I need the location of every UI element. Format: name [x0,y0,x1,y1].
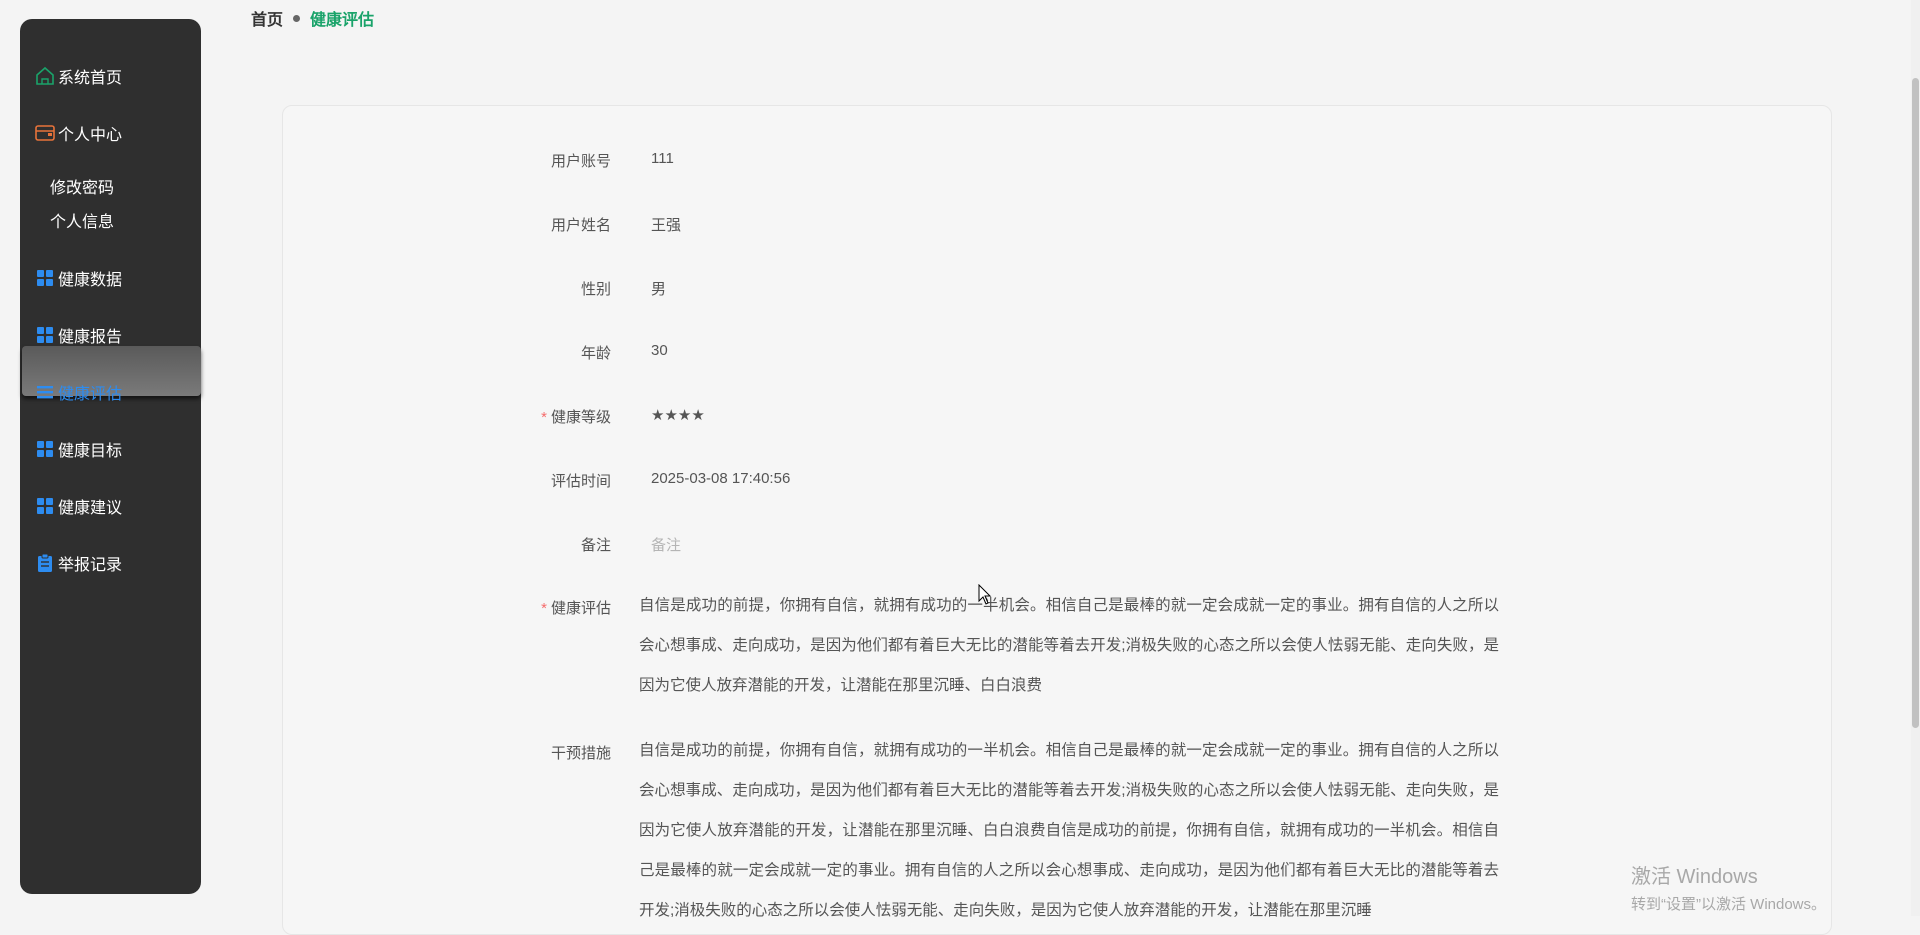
sidebar-item-home[interactable]: 系统首页 [34,61,122,91]
health-evaluation-text: 自信是成功的前提，你拥有自信，就拥有成功的一半机会。相信自己是最棒的就一定会成就… [639,597,1499,694]
sidebar-item-label: 系统首页 [58,70,123,87]
gender-value: 男 [651,281,667,298]
remark-label: 备注 [580,537,611,554]
list-icon [34,381,56,403]
gender-label: 性别 [580,281,611,298]
name-value: 王强 [651,217,682,234]
sidebar-item-health-data[interactable]: 健康数据 [34,263,122,293]
evaluation-detail-card: 用户账号 111 用户姓名 王强 性别 男 年龄 30 * 健康等级 ★★★★ 评… [282,105,1832,935]
breadcrumb: 首页 健康评估 [251,6,374,30]
clipboard-icon [34,552,56,574]
eval-time-value: 2025-03-08 17:40:56 [651,470,791,487]
health-evaluation-label: * 健康评估 [541,597,611,618]
sidebar-item-health-goal[interactable]: 健康目标 [34,434,122,464]
account-label: 用户账号 [550,153,611,170]
eval-time-label: 评估时间 [550,473,611,490]
scrollbar-thumb[interactable] [1912,78,1919,728]
age-value: 30 [651,342,668,359]
sidebar-item-label: 举报记录 [58,557,123,574]
account-value: 111 [651,150,674,167]
grid-icon [34,324,56,346]
grid-icon [34,267,56,289]
sidebar-item-health-report[interactable]: 健康报告 [34,320,122,350]
health-evaluation-label-text: 健康评估 [550,600,611,617]
sidebar-item-label: 健康目标 [58,443,123,460]
mouse-cursor-icon [978,584,992,605]
sidebar-item-personal-center[interactable]: 个人中心 [34,118,122,148]
watermark-title: 激活 Windows [1631,866,1758,888]
required-asterisk: * [541,600,547,617]
grid-icon [34,495,56,517]
health-level-label-text: 健康等级 [550,409,611,426]
watermark-subtitle: 转到“设置”以激活 Windows。 [1631,896,1827,913]
sidebar-subitem-change-password[interactable]: 修改密码 [50,174,114,198]
sidebar-item-report-records[interactable]: 举报记录 [34,548,122,578]
health-level-value: ★★★★ [651,407,705,424]
home-icon [34,65,56,87]
remark-field[interactable]: 备注 [651,534,681,555]
wallet-icon [34,122,56,144]
sidebar-item-label: 健康数据 [58,272,123,289]
intervention-label: 干预措施 [550,745,611,762]
sidebar-item-health-evaluation[interactable]: 健康评估 [34,377,122,407]
breadcrumb-separator [293,14,301,22]
page-scrollbar[interactable] [1911,0,1920,916]
breadcrumb-home[interactable]: 首页 [251,6,283,30]
sidebar-item-label: 健康评估 [58,386,123,403]
health-level-label: * 健康等级 [541,406,611,427]
sidebar-subitem-personal-info[interactable]: 个人信息 [50,208,114,232]
intervention-text: 自信是成功的前提，你拥有自信，就拥有成功的一半机会。相信自己是最棒的就一定会成就… [639,742,1499,919]
required-asterisk: * [541,409,547,426]
sidebar-item-label: 健康报告 [58,329,123,346]
grid-icon [34,438,56,460]
sidebar-item-label: 健康建议 [58,500,123,517]
name-label: 用户姓名 [550,217,611,234]
windows-activation-watermark: 激活 Windows 转到“设置”以激活 Windows。 [1631,860,1826,914]
sidebar-item-health-advice[interactable]: 健康建议 [34,491,122,521]
age-label: 年龄 [580,345,611,362]
sidebar-item-label: 个人中心 [58,127,123,144]
breadcrumb-current: 健康评估 [310,12,375,29]
